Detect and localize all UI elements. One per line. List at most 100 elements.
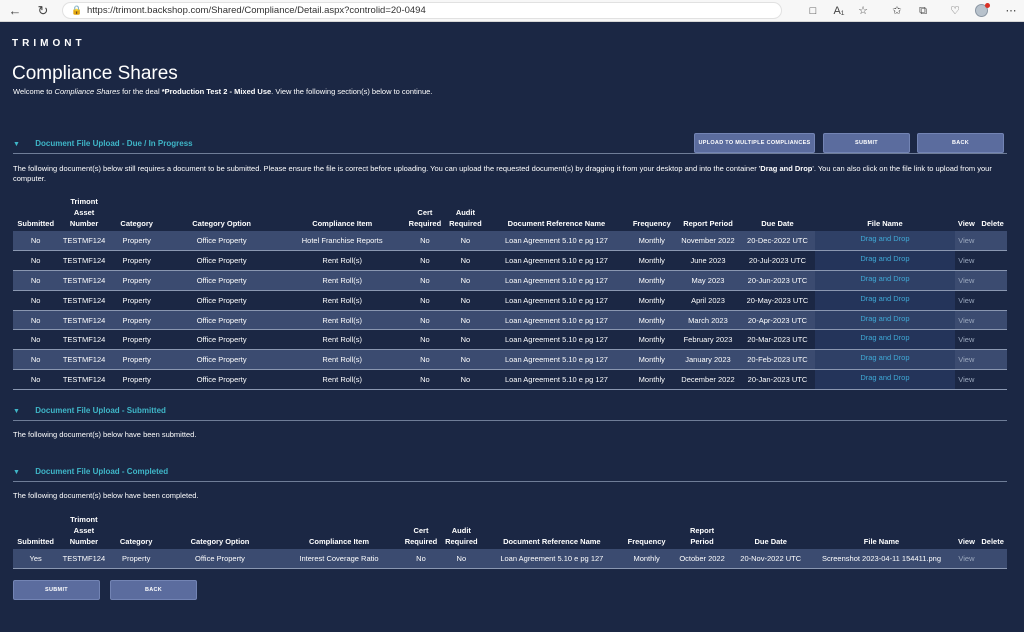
browser-toolbar: ← ↻ 🔒 https://trimont.backshop.com/Share… — [0, 0, 1024, 22]
cell-due-date: 20-Dec-2022 UTC — [739, 231, 816, 252]
col-delete: Delete — [981, 219, 1004, 228]
drag-drop-zone[interactable]: Drag and Drop — [815, 310, 955, 331]
favorite-star-icon[interactable]: ☆ — [852, 0, 874, 22]
col-audit-required: Audit Required — [445, 526, 478, 546]
cell-category: Property — [109, 231, 164, 252]
submit-button-bottom[interactable]: SUBMIT — [13, 580, 100, 600]
cell-compliance-item: Rent Roll(s) — [279, 369, 405, 390]
table-row: No TESTMF124 Property Office Property Rent R… — [13, 349, 1007, 371]
back-button-bottom[interactable]: BACK — [110, 580, 197, 600]
cell-audit-required: No — [445, 290, 486, 311]
cell-due-date: 20-Apr-2023 UTC — [739, 310, 816, 331]
cell-category-option: Office Property — [163, 349, 280, 371]
col-doc-ref: Document Reference Name — [507, 219, 606, 228]
view-link[interactable]: View — [954, 250, 979, 272]
cell-category-option: Office Property — [163, 231, 280, 252]
cell-frequency: Monthly — [622, 549, 672, 570]
cell-submitted: No — [13, 310, 59, 331]
view-link[interactable]: View — [954, 349, 979, 371]
table-row: No TESTMF124 Property Office Property Rent R… — [13, 369, 1007, 390]
view-link[interactable]: View — [954, 369, 979, 390]
submit-button-top[interactable]: SUBMIT — [823, 133, 910, 153]
cell-cert-required: No — [404, 329, 446, 351]
view-link[interactable]: View — [954, 329, 979, 351]
back-button-top[interactable]: BACK — [917, 133, 1004, 153]
back-arrow-icon[interactable]: ← — [4, 0, 26, 22]
cell-delete — [978, 250, 1007, 272]
file-name-link[interactable]: Screenshot 2023-04-11 154411.png — [808, 549, 955, 570]
cell-cert-required: No — [404, 369, 446, 390]
cell-category: Property — [109, 290, 164, 311]
cell-category-option: Office Property — [162, 549, 278, 570]
col-compliance-item: Compliance Item — [312, 219, 373, 228]
extensions-icon[interactable]: ♡ — [944, 0, 966, 22]
cell-submitted: No — [13, 270, 59, 291]
lock-icon: 🔒 — [71, 5, 83, 15]
welcome-text: Welcome to Compliance Shares for the dea… — [13, 87, 433, 96]
cell-report-period: February 2023 — [676, 329, 740, 351]
cell-cert-required: No — [404, 310, 446, 331]
cell-compliance-item: Rent Roll(s) — [279, 329, 405, 351]
cell-delete — [978, 270, 1007, 291]
favorites-icon[interactable]: ✩ — [886, 0, 908, 22]
col-category: Category — [119, 537, 153, 546]
cell-audit-required: No — [445, 231, 486, 252]
cell-category: Property — [109, 349, 164, 371]
cell-compliance-item: Interest Coverage Ratio — [277, 549, 401, 570]
more-menu-icon[interactable]: ⋯ — [1000, 0, 1022, 22]
view-link[interactable]: View — [954, 310, 979, 331]
upload-multiple-button[interactable]: UPLOAD TO MULTIPLE COMPLIANCES — [694, 133, 815, 153]
cell-due-date: 20-Jan-2023 UTC — [739, 369, 816, 390]
view-link[interactable]: View — [954, 290, 979, 311]
col-category: Category — [120, 219, 153, 228]
view-link[interactable]: View — [954, 549, 979, 570]
cell-cert-required: No — [404, 270, 446, 291]
section-toggle-completed[interactable]: ▼ Document File Upload - Completed — [13, 467, 168, 476]
drag-drop-zone[interactable]: Drag and Drop — [815, 369, 955, 390]
read-aloud-icon[interactable]: A₁ — [828, 0, 850, 22]
cell-delete — [978, 290, 1007, 311]
col-frequency: Frequency — [632, 219, 671, 228]
section-toggle-submitted[interactable]: ▼ Document File Upload - Submitted — [13, 406, 166, 415]
drag-drop-zone[interactable]: Drag and Drop — [815, 250, 955, 272]
cell-doc-ref: Loan Agreement 5.10 e pg 127 — [485, 369, 628, 390]
cell-report-period: October 2022 — [671, 549, 734, 570]
cell-submitted: No — [13, 290, 59, 311]
cell-doc-ref: Loan Agreement 5.10 e pg 127 — [485, 250, 628, 272]
drag-drop-zone[interactable]: Drag and Drop — [815, 231, 955, 252]
cell-audit-required: No — [445, 270, 486, 291]
cell-due-date: 20-Feb-2023 UTC — [739, 349, 816, 371]
drag-drop-zone[interactable]: Drag and Drop — [815, 349, 955, 371]
app-available-icon[interactable]: □ — [802, 0, 824, 22]
divider — [13, 420, 1007, 421]
completed-description: The following document(s) below have bee… — [13, 491, 199, 500]
view-link[interactable]: View — [954, 231, 979, 252]
section-toggle-due[interactable]: ▼ Document File Upload - Due / In Progre… — [13, 139, 193, 148]
url-text: https://trimont.backshop.com/Shared/Comp… — [87, 5, 426, 16]
drag-drop-zone[interactable]: Drag and Drop — [815, 290, 955, 311]
cell-frequency: Monthly — [627, 329, 677, 351]
address-bar[interactable]: 🔒 https://trimont.backshop.com/Shared/Co… — [62, 2, 782, 19]
cell-compliance-item: Rent Roll(s) — [279, 310, 405, 331]
cell-due-date: 20-Mar-2023 UTC — [739, 329, 816, 351]
cell-doc-ref: Loan Agreement 5.10 e pg 127 — [485, 231, 628, 252]
view-link[interactable]: View — [954, 270, 979, 291]
refresh-icon[interactable]: ↻ — [32, 0, 54, 22]
collections-icon[interactable]: ⧉ — [912, 0, 934, 22]
cell-doc-ref: Loan Agreement 5.10 e pg 127 — [485, 270, 628, 291]
cell-audit-required: No — [445, 310, 486, 331]
cell-delete — [978, 231, 1007, 252]
page-title: Compliance Shares — [12, 63, 178, 84]
cell-frequency: Monthly — [627, 231, 677, 252]
col-due-date: Due Date — [761, 219, 794, 228]
drag-drop-zone[interactable]: Drag and Drop — [815, 270, 955, 291]
drag-drop-zone[interactable]: Drag and Drop — [815, 329, 955, 351]
col-due-date: Due Date — [754, 537, 787, 546]
cell-submitted: No — [13, 369, 59, 390]
cell-frequency: Monthly — [627, 250, 677, 272]
cell-cert-required: No — [404, 231, 446, 252]
col-compliance-item: Compliance Item — [308, 537, 369, 546]
col-cert-required: Cert Required — [404, 526, 438, 546]
col-report-period: Report Period — [683, 219, 733, 228]
cell-frequency: Monthly — [627, 290, 677, 311]
